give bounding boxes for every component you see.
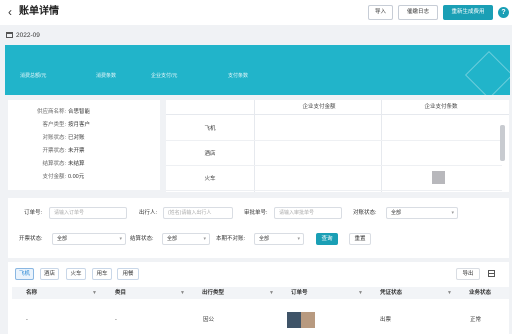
stat-total-count: 消费条数 (96, 73, 117, 79)
column-settings-icon[interactable] (488, 270, 495, 277)
stats-table-header: 企业支付金额 企业支付条数 (166, 100, 509, 115)
order-no-input[interactable]: 请输入订单号 (49, 207, 127, 219)
filter-icon[interactable]: ▼ (180, 287, 185, 299)
category-label: 飞机 (204, 126, 216, 132)
filter-icon[interactable]: ▼ (447, 287, 452, 299)
info-value: 0.00元 (68, 174, 85, 180)
col-business-status: 业务状态 (469, 290, 492, 296)
col-travel-type: 出行类型 (202, 290, 225, 296)
info-row: 客户类型: 按月客户 (8, 120, 160, 130)
chevron-down-icon: ▾ (451, 210, 454, 216)
cell-travel-type: 因公 (203, 317, 215, 323)
tab-flight[interactable]: 飞机 (15, 268, 34, 280)
approval-no-input[interactable]: 请输入审批单号 (274, 207, 342, 219)
calendar-icon (6, 32, 13, 38)
traveler-input[interactable]: (姓名)请输入出行人 (163, 207, 233, 219)
reset-button[interactable]: 重置 (349, 233, 371, 245)
col-category: 类目 (115, 290, 127, 296)
approval-no-label: 审批单号: (244, 210, 268, 216)
check-status-label: 对账状态: (353, 210, 377, 216)
summary-banner: 消费总额/元 消费条数 企业支付/元 支付条数 (5, 45, 510, 95)
cell-name: - (26, 317, 28, 323)
page-title: 账单详情 (19, 6, 59, 17)
chevron-down-icon: ▾ (297, 236, 300, 242)
stats-row: 酒店 (166, 142, 502, 166)
chevron-down-icon: ▾ (203, 236, 206, 242)
stat-paid-count: 支付条数 (228, 73, 249, 79)
settle-status-select[interactable]: 全部 ▾ (162, 233, 210, 245)
stat-company-paid: 企业支付/元 (151, 73, 178, 79)
tab-meal[interactable]: 用餐 (117, 268, 139, 280)
info-value: 未结算 (68, 161, 85, 167)
info-row: 结算状态: 未结算 (8, 159, 160, 169)
invoice-status-select[interactable]: 全部 ▾ (52, 233, 126, 245)
period-label: 2022-09 (16, 32, 40, 39)
info-row: 开票状态: 未开票 (8, 146, 160, 156)
info-key: 对账状态: (42, 135, 66, 141)
info-key: 开票状态: (42, 148, 66, 154)
info-row: 供应商名称: 合思智能 (8, 107, 160, 117)
chevron-left-icon[interactable]: ‹ (8, 3, 12, 21)
tab-train[interactable]: 火车 (66, 268, 86, 280)
info-row: 支付金额: 0.00元 (8, 172, 160, 182)
query-button[interactable]: 查询 (316, 233, 338, 245)
help-icon[interactable]: ? (498, 7, 509, 18)
info-row: 对账状态: 已对账 (8, 133, 160, 143)
page-header: ‹ 账单详情 导入 催缴日志 重新生成费用 ? (0, 0, 512, 25)
export-button[interactable]: 导出 (456, 268, 480, 280)
billing-period: 2022-09 (6, 32, 40, 40)
exclude-period-value: 全部 (259, 236, 270, 242)
header-company-count: 企业支付条数 (424, 104, 458, 110)
category-label: 酒店 (204, 151, 216, 157)
bill-info-card: 供应商名称: 合思智能 客户类型: 按月客户 对账状态: 已对账 开票状态: 未开票 结… (8, 100, 160, 190)
category-stats-table: 企业支付金额 企业支付条数 飞机 酒店 火车 (166, 100, 509, 192)
order-number-redacted (287, 312, 315, 328)
chevron-down-icon: ▾ (119, 236, 122, 242)
cell-business-status: 正常 (470, 317, 482, 323)
info-key: 供应商名称: (36, 109, 66, 115)
regenerate-fee-button[interactable]: 重新生成费用 (443, 5, 493, 20)
info-key: 结算状态: (42, 161, 66, 167)
filter-icon[interactable]: ▼ (92, 287, 97, 299)
cell-thumbnail (432, 171, 445, 184)
col-voucher-status: 凭证状态 (380, 290, 403, 296)
info-key: 客户类型: (42, 122, 66, 128)
tab-car[interactable]: 用车 (92, 268, 112, 280)
traveler-label: 出行人: (139, 210, 158, 216)
filter-icon[interactable]: ▼ (358, 287, 363, 299)
check-status-select[interactable]: 全部 ▾ (386, 207, 458, 219)
stat-total-amount: 消费总额/元 (20, 73, 47, 79)
orders-table-header: 名称 ▼ 类目 ▼ 出行类型 ▼ 订单号 ▼ 凭证状态 ▼ 业务状态 (12, 287, 509, 299)
category-label: 火车 (204, 176, 216, 182)
banner-decoration (464, 50, 510, 95)
header-company-amount: 企业支付金额 (302, 104, 336, 110)
check-status-value: 全部 (391, 210, 402, 216)
settle-status-value: 全部 (167, 236, 178, 242)
info-key: 支付金额: (42, 174, 66, 180)
tab-hotel[interactable]: 酒店 (40, 268, 59, 280)
info-value: 合思智能 (68, 109, 91, 115)
cell-category: - (115, 317, 117, 323)
order-no-label: 订单号: (24, 210, 43, 216)
info-value: 按月客户 (68, 122, 91, 128)
exclude-period-select[interactable]: 全部 ▾ (254, 233, 304, 245)
cell-voucher-status: 出票 (380, 317, 392, 323)
import-button[interactable]: 导入 (368, 5, 393, 20)
invoice-status-value: 全部 (57, 236, 68, 242)
reminder-log-button[interactable]: 催缴日志 (398, 5, 438, 20)
info-value: 未开票 (68, 148, 85, 154)
col-name: 名称 (26, 290, 38, 296)
info-value: 已对账 (68, 135, 85, 141)
exclude-period-label: 本期不对账: (216, 236, 246, 242)
stats-row: 火车 (166, 167, 502, 191)
col-order-no: 订单号 (291, 290, 308, 296)
invoice-status-label: 开票状态: (19, 236, 43, 242)
filter-icon[interactable]: ▼ (269, 287, 274, 299)
stats-scrollbar[interactable] (500, 125, 505, 161)
stats-row: 飞机 (166, 117, 502, 141)
settle-status-label: 结算状态: (130, 236, 154, 242)
